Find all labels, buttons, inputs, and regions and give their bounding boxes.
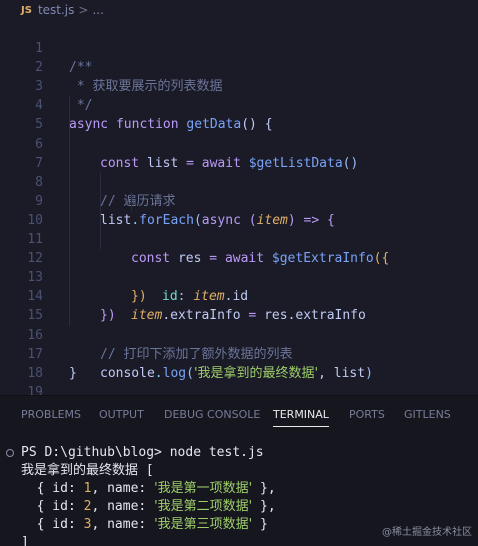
tab-gitlens[interactable]: GITLENS — [404, 396, 451, 433]
code-line: 9 const res = await $getExtraInfo({ — [0, 172, 478, 266]
terminal-line: PS D:\github\blog> node test.js — [21, 444, 264, 462]
code-line: 11 }) — [0, 210, 478, 304]
code-line: 8 list.forEach(async (item) => { — [0, 153, 478, 228]
terminal-line: { id: 2, name: '我是第二项数据' }, — [21, 499, 276, 514]
chevron-right-icon: > — [78, 3, 89, 17]
code-line: 10 id: item.id — [0, 191, 478, 304]
terminal-line: { id: 1, name: '我是第一项数据' }, — [21, 481, 276, 496]
code-line: 15 // 打印下添加了额外数据的列表 — [0, 287, 478, 362]
terminal-output-title: 我是拿到的最终数据 — [21, 463, 139, 478]
terminal-string: '我是第二项数据' — [154, 499, 253, 514]
tab-terminal[interactable]: TERMINAL — [273, 396, 329, 433]
breadcrumb-filename[interactable]: test.js — [38, 3, 74, 17]
tab-problems[interactable]: PROBLEMS — [21, 396, 81, 433]
terminal-line: { id: 3, name: '我是第三项数据' } — [21, 517, 268, 532]
code-line: 20 — [0, 383, 478, 395]
tab-output[interactable]: OUTPUT — [99, 396, 144, 433]
code-line: 6 — [0, 115, 478, 152]
code-line: 17 } — [0, 326, 478, 381]
terminal-bracket: ] — [21, 535, 29, 546]
terminal-string: '我是第一项数据' — [154, 481, 253, 496]
code-line: 3 */ — [0, 58, 478, 113]
terminal-number: 2 — [83, 499, 92, 514]
tab-ports[interactable]: PORTS — [349, 396, 385, 433]
code-line: 16 console.log('我是拿到的最终数据', list) — [0, 306, 478, 381]
javascript-file-icon: JS — [21, 4, 32, 16]
terminal-bracket: [ — [138, 463, 154, 478]
code-line: 2 * 获取要展示的列表数据 — [0, 39, 478, 94]
terminal-string: '我是第三项数据' — [154, 517, 253, 532]
terminal-bracket: } — [252, 517, 268, 532]
code-line: 7 // 遍历请求 — [0, 134, 478, 209]
code-line: 14 — [0, 268, 478, 304]
watermark: @稀土掘金技术社区 — [382, 527, 472, 538]
code-line: 5 const list = await $getListData() — [0, 96, 478, 171]
breadcrumb-more[interactable]: ... — [92, 3, 103, 17]
terminal-prompt: PS D:\github\blog> — [21, 445, 162, 460]
terminal-line: 我是拿到的最终数据 [ — [21, 462, 154, 480]
code-line: 19 getData() — [0, 364, 478, 395]
terminal-number: 1 — [83, 481, 92, 496]
code-line: 18 — [0, 345, 478, 381]
command-status-icon[interactable] — [6, 449, 14, 457]
terminal-bracket: }, — [252, 499, 276, 514]
terminal-bracket: }, — [252, 481, 276, 496]
terminal-number: 3 — [83, 517, 92, 532]
code-line: 12 item.extraInfo = res.extraInfo — [0, 230, 478, 323]
code-line: 4 async function getData() { — [0, 77, 478, 132]
tab-debug-console[interactable]: DEBUG CONSOLE — [164, 396, 260, 433]
terminal-command: node test.js — [169, 445, 264, 460]
code-line: 1 /** — [0, 20, 478, 75]
terminal-line: ] — [21, 534, 29, 546]
panel-tab-bar: PROBLEMS OUTPUT DEBUG CONSOLE TERMINAL P… — [0, 396, 478, 433]
code-editor[interactable]: 1 /** 2 * 获取要展示的列表数据 3 */ 4 async functi… — [0, 20, 478, 395]
breadcrumb: JS test.js > ... — [0, 0, 478, 20]
terminal[interactable]: PS D:\github\blog> node test.js 我是拿到的最终数… — [0, 433, 478, 546]
code-line: 13 }) — [0, 249, 478, 323]
